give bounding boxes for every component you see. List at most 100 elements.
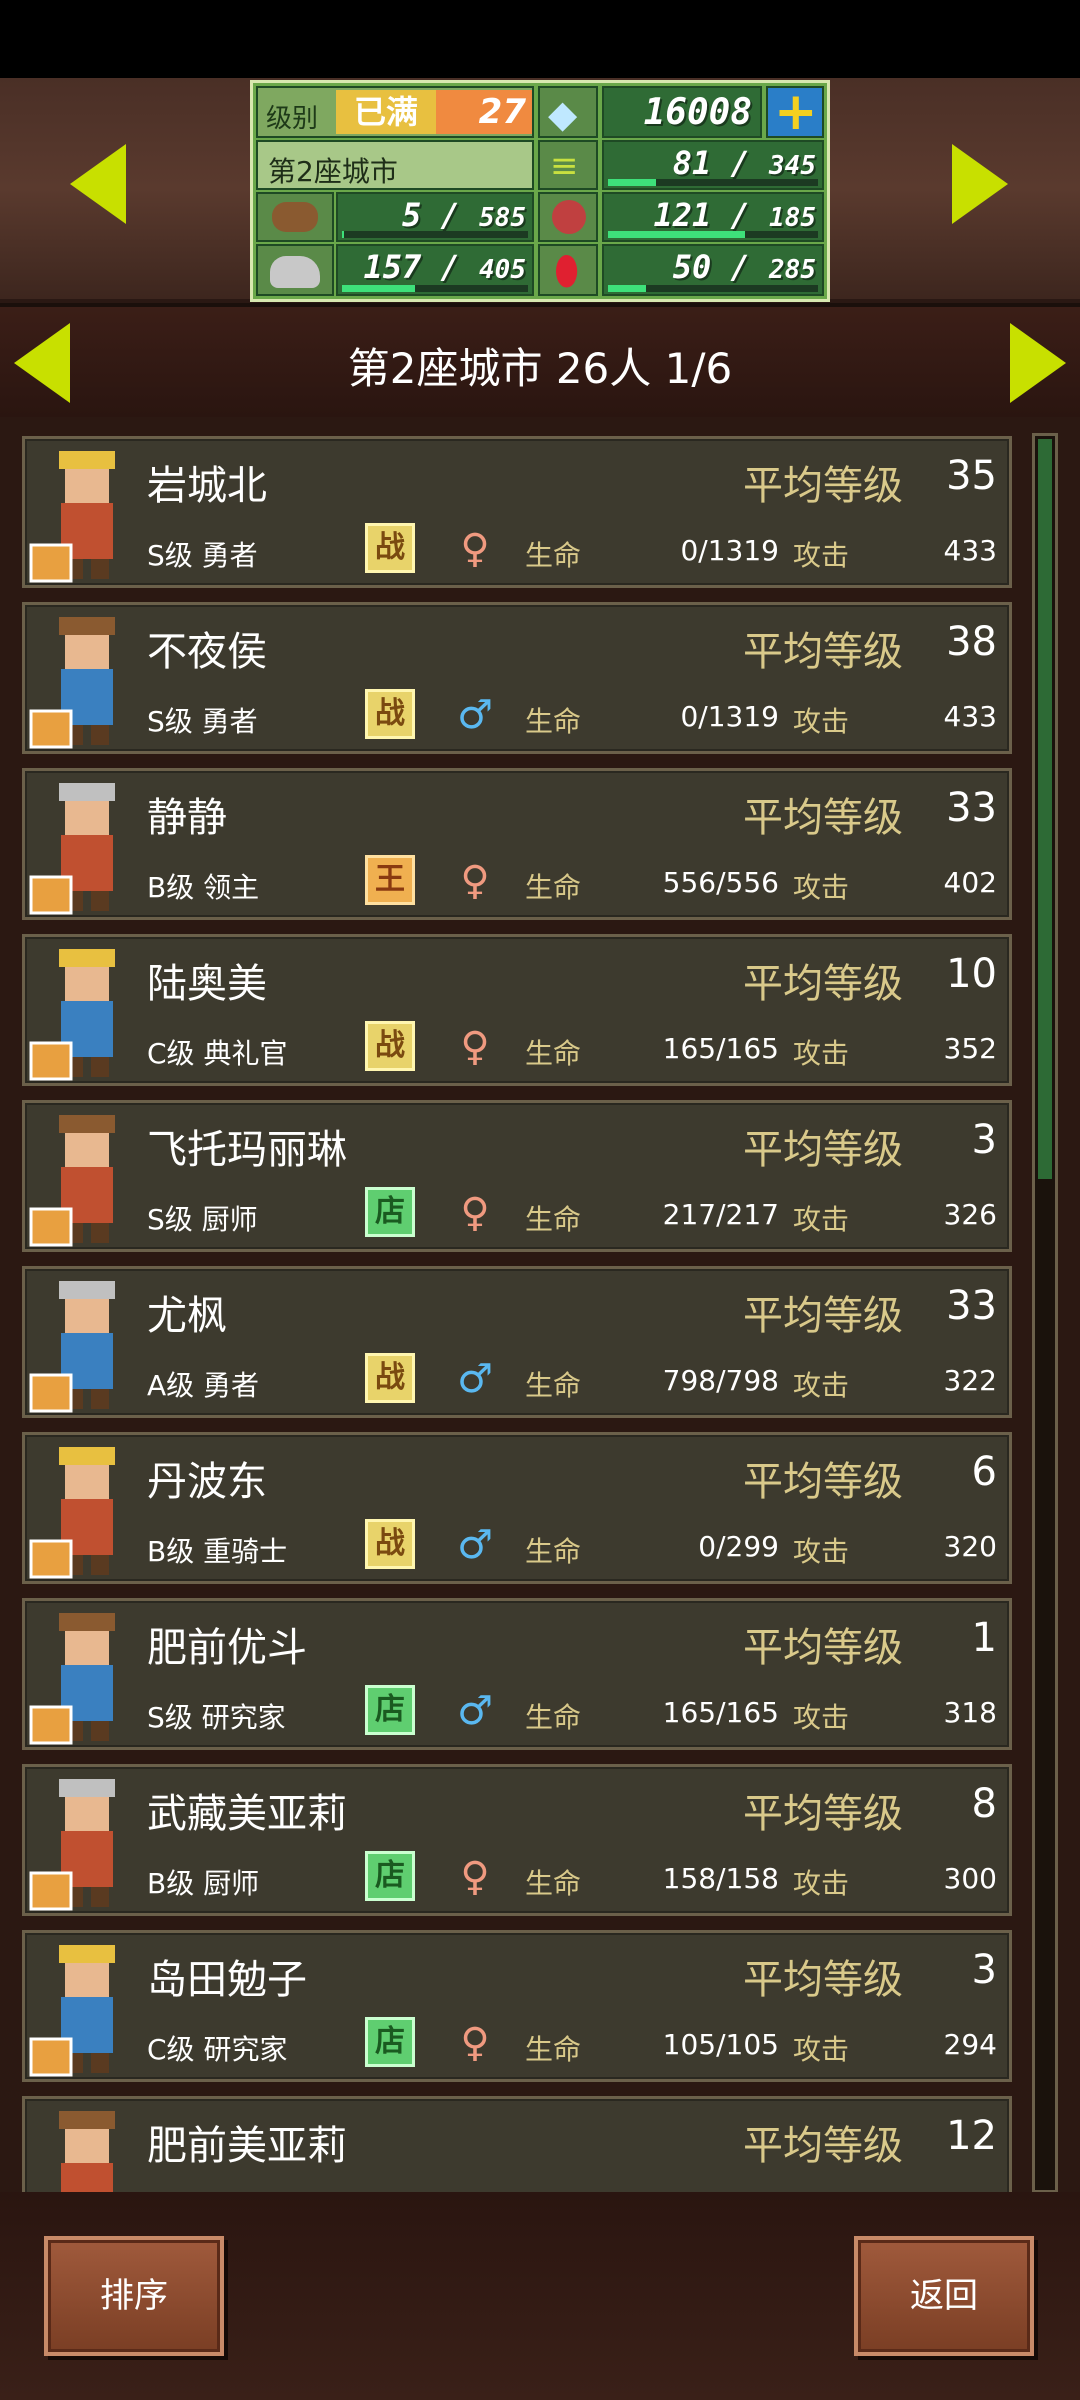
back-button[interactable]: 返回 [854,2236,1034,2356]
plus-icon: + [774,82,818,142]
resident-row[interactable]: 丹波东 平均等级 6 B级 重骑士 战 ♂ 生命 0/299 攻击 320 [22,1432,1012,1584]
hp-value: 0/1319 [680,534,779,567]
attack-value: 318 [943,1696,997,1729]
attack-label: 攻击 [793,871,850,904]
character-class: S级 勇者 [147,539,258,572]
resident-row[interactable]: 尤枫 平均等级 33 A级 勇者 战 ♂ 生命 798/798 攻击 322 [22,1266,1012,1418]
level-cell: 级别 已满 27 [256,86,534,138]
hp-label: 生命 [525,871,582,904]
resident-row[interactable]: 武藏美亚莉 平均等级 8 B级 厨师 店 ♀ 生命 158/158 攻击 300 [22,1764,1012,1916]
hp-value: 165/165 [662,1032,779,1065]
attack-label: 攻击 [793,1037,850,1070]
hp-label: 生命 [525,1701,582,1734]
hp-label: 生命 [525,1867,582,1900]
wood-icon-cell [256,192,334,242]
avg-level-label: 平均等级 [743,629,903,675]
role-badge: 战 [365,689,415,739]
attack-label: 攻击 [793,1203,850,1236]
gem-icon-cell: ◆ [538,86,598,138]
character-name: 静静 [147,795,227,841]
grass-icon: ≡ [550,146,579,186]
role-badge: 店 [365,1685,415,1735]
next-city-arrow-icon[interactable] [1010,323,1066,403]
character-name: 飞托玛丽琳 [147,1127,347,1173]
attack-label: 攻击 [793,1369,850,1402]
avg-level-label: 平均等级 [743,961,903,1007]
avg-level-value: 33 [946,1283,997,1329]
resident-row[interactable]: 岩城北 平均等级 35 S级 勇者 战 ♀ 生命 0/1319 攻击 433 [22,436,1012,588]
role-badge: 战 [365,523,415,573]
male-icon: ♂ [457,1522,493,1568]
ruby-icon: ⬮ [554,248,580,294]
hp-value: 0/299 [698,1530,779,1563]
female-icon: ♀ [460,2020,490,2066]
city-name: 第2座城市 [268,155,398,188]
attack-label: 攻击 [793,1867,850,1900]
attack-label: 攻击 [793,1535,850,1568]
role-badge: 战 [365,1353,415,1403]
character-class: A级 勇者 [147,1369,260,1402]
avg-level-value: 12 [946,2113,997,2159]
next-arrow-icon[interactable] [952,144,1008,224]
resident-list[interactable]: 岩城北 平均等级 35 S级 勇者战 ♀ 生命 0/1319 攻击 433 不夜侯 平均等级 38 S级… [0,417,1080,2192]
avg-level-label: 平均等级 [743,1293,903,1339]
hp-value: 0/1319 [680,700,779,733]
attack-label: 攻击 [793,539,850,572]
hp-value: 158/158 [662,1862,779,1895]
avg-level-label: 平均等级 [743,1791,903,1837]
character-name: 陆奥美 [147,961,267,1007]
scrollbar-thumb[interactable] [1038,439,1052,1179]
add-gem-button[interactable]: + [766,82,824,142]
female-icon: ♀ [460,1190,490,1236]
status-bar [0,0,1080,78]
hp-label: 生命 [525,1037,582,1070]
resident-row[interactable]: 肥前优斗 平均等级 1 S级 研究家 店 ♂ 生命 165/165 攻击 318 [22,1598,1012,1750]
attack-value: 300 [943,1862,997,1895]
list-scrollbar[interactable] [1032,433,1058,2193]
resident-row[interactable]: 不夜侯 平均等级 38 S级 勇者 战 ♂ 生命 0/1319 攻击 433 [22,602,1012,754]
character-class: B级 厨师 [147,1867,260,1900]
sort-button[interactable]: 排序 [44,2236,224,2356]
footer: 排序 返回 [0,2192,1080,2400]
character-class: S级 厨师 [147,1203,258,1236]
character-portrait [29,445,149,585]
hp-value: 105/105 [662,2028,779,2061]
food-icon [552,200,586,234]
resident-row[interactable]: 岛田勉子 平均等级 3 C级 研究家 店 ♀ 生命 105/105 攻击 294 [22,1930,1012,2082]
character-name: 武藏美亚莉 [147,1791,347,1837]
role-badge: 店 [365,1187,415,1237]
character-name: 岩城北 [147,463,267,509]
stone-icon [270,256,320,288]
diamond-icon: ◆ [548,92,578,136]
character-name: 尤枫 [147,1293,227,1339]
level-max-badge: 已满 [336,90,436,134]
hp-value: 556/556 [662,866,779,899]
prev-arrow-icon[interactable] [70,144,126,224]
level-label: 级别 [266,104,319,134]
resident-row[interactable]: 肥前美亚莉 平均等级 12 [22,2096,1012,2192]
stone-icon-cell [256,244,334,296]
character-name: 不夜侯 [147,629,267,675]
avg-level-label: 平均等级 [743,1127,903,1173]
grass-icon-cell: ≡ [538,140,598,190]
resident-row[interactable]: 静静 平均等级 33 B级 领主 王 ♀ 生命 556/556 攻击 402 [22,768,1012,920]
hp-label: 生命 [525,1203,582,1236]
male-icon: ♂ [457,692,493,738]
attack-label: 攻击 [793,1701,850,1734]
resident-row[interactable]: 飞托玛丽琳 平均等级 3 S级 厨师 店 ♀ 生命 217/217 攻击 326 [22,1100,1012,1252]
ruby-icon-cell: ⬮ [538,244,598,296]
resident-row[interactable]: 陆奥美 平均等级 10 C级 典礼官 战 ♀ 生命 165/165 攻击 352 [22,934,1012,1086]
attack-value: 433 [943,534,997,567]
gem-count: 16008 [643,92,752,133]
female-icon: ♀ [460,1854,490,1900]
character-name: 岛田勉子 [147,1957,307,2003]
hp-value: 798/798 [662,1364,779,1397]
avg-level-label: 平均等级 [743,463,903,509]
character-class: S级 勇者 [147,705,258,738]
avg-level-label: 平均等级 [743,1957,903,2003]
stone-cell: 157 / 405 [336,244,534,296]
avg-level-value: 6 [971,1449,997,1495]
avg-level-value: 33 [946,785,997,831]
stone-bar [342,285,528,292]
city-header: 第2座城市 26人 1/6 [0,307,1080,417]
